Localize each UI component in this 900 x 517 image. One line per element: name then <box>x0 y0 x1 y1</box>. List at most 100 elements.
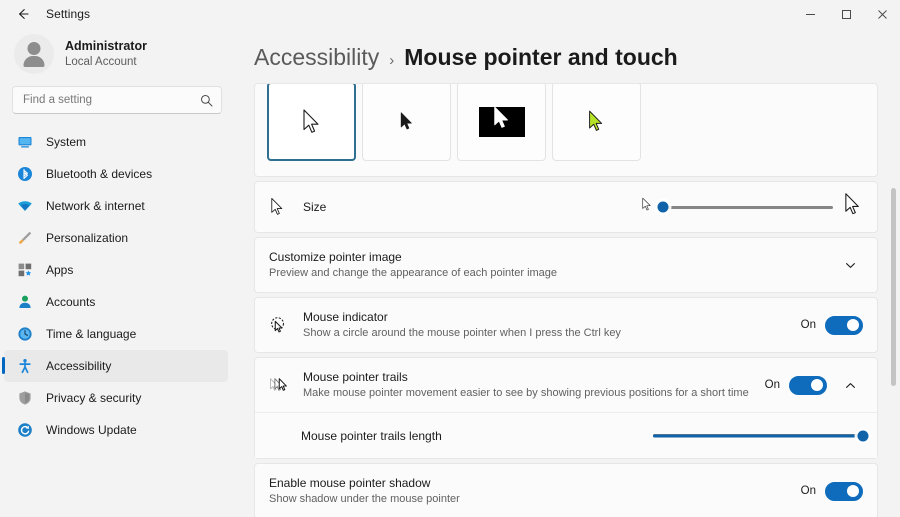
breadcrumb: Accessibility › Mouse pointer and touch <box>240 28 900 83</box>
sidebar-item-time-language[interactable]: Time & language <box>4 318 228 350</box>
title-bar: Settings <box>0 0 900 28</box>
account-name: Administrator <box>65 38 147 53</box>
accessibility-icon <box>16 357 34 375</box>
white-cursor-icon <box>301 108 323 136</box>
mouse-pointer-trails-length-row: Mouse pointer trails length <box>255 412 877 458</box>
mouse-pointer-shadow-toggle[interactable] <box>825 481 863 501</box>
breadcrumb-parent[interactable]: Accessibility <box>254 44 379 71</box>
window-controls <box>792 0 900 28</box>
sidebar-item-label: Network & internet <box>46 199 145 213</box>
custom-color-cursor-icon <box>587 109 606 134</box>
mouse-pointer-shadow-title: Enable mouse pointer shadow <box>269 475 431 490</box>
account-block[interactable]: Administrator Local Account <box>0 28 240 84</box>
sidebar-item-label: Accessibility <box>46 359 112 373</box>
sidebar-item-windows-update[interactable]: Windows Update <box>4 414 228 446</box>
sidebar-item-label: Time & language <box>46 327 137 341</box>
customize-pointer-image-row[interactable]: Customize pointer image Preview and chan… <box>255 238 877 292</box>
size-label: Size <box>303 199 327 214</box>
sidebar: Administrator Local Account Find a setti… <box>0 28 240 517</box>
mouse-indicator-icon <box>269 316 303 335</box>
sidebar-item-apps[interactable]: Apps <box>4 254 228 286</box>
mouse-pointer-trails-toggle[interactable] <box>789 375 827 395</box>
mouse-pointer-trails-subtitle: Make mouse pointer movement easier to se… <box>303 387 749 400</box>
pointer-trails-icon <box>269 376 303 395</box>
mouse-pointer-shadow-card: Enable mouse pointer shadow Show shadow … <box>254 463 878 517</box>
mouse-pointer-trails-state-label: On <box>764 379 780 391</box>
bluetooth-icon <box>16 165 34 183</box>
search-box[interactable] <box>12 86 222 114</box>
window-title: Settings <box>46 7 91 21</box>
sidebar-item-label: Personalization <box>46 231 129 245</box>
mouse-pointer-trails-length-slider[interactable] <box>653 427 869 445</box>
sidebar-item-label: Windows Update <box>46 423 137 437</box>
paintbrush-icon <box>16 229 34 247</box>
sidebar-item-accounts[interactable]: Accounts <box>4 286 228 318</box>
mouse-pointer-icon <box>269 197 303 217</box>
sidebar-item-accessibility[interactable]: Accessibility <box>2 350 228 382</box>
minimize-button[interactable] <box>792 0 828 28</box>
sidebar-item-label: Privacy & security <box>46 391 142 405</box>
sidebar-item-label: System <box>46 135 87 149</box>
update-icon <box>16 421 34 439</box>
sidebar-nav: System Bluetooth & devices Network & int… <box>0 126 240 446</box>
mouse-indicator-subtitle: Show a circle around the mouse pointer w… <box>303 327 621 340</box>
size-slider[interactable] <box>657 198 833 216</box>
customize-pointer-image-title: Customize pointer image <box>269 249 402 264</box>
pointer-style-custom[interactable] <box>552 84 641 161</box>
chevron-up-icon[interactable] <box>837 372 863 398</box>
mouse-indicator-state-label: On <box>800 319 816 331</box>
search-icon <box>200 94 213 107</box>
sidebar-item-label: Accounts <box>46 295 96 309</box>
mouse-pointer-trails-length-label: Mouse pointer trails length <box>301 428 442 443</box>
scrollbar-thumb[interactable] <box>891 188 896 386</box>
small-cursor-icon <box>641 197 653 217</box>
mouse-pointer-trails-title: Mouse pointer trails <box>303 369 408 384</box>
accounts-icon <box>16 293 34 311</box>
mouse-pointer-shadow-row: Enable mouse pointer shadow Show shadow … <box>255 464 877 517</box>
clock-icon <box>16 325 34 343</box>
sidebar-item-bluetooth-devices[interactable]: Bluetooth & devices <box>4 158 228 190</box>
content-area: Accessibility › Mouse pointer and touch <box>240 28 900 517</box>
system-icon <box>16 133 34 151</box>
shield-icon <box>16 389 34 407</box>
customize-pointer-image-card[interactable]: Customize pointer image Preview and chan… <box>254 237 878 293</box>
pointer-style-black[interactable] <box>362 84 451 161</box>
pointer-style-options <box>255 84 877 176</box>
page-title: Mouse pointer and touch <box>404 44 678 70</box>
maximize-button[interactable] <box>828 0 864 28</box>
mouse-pointer-shadow-subtitle: Show shadow under the mouse pointer <box>269 493 460 506</box>
search-input[interactable] <box>23 94 200 106</box>
large-cursor-icon <box>843 192 863 222</box>
size-slider-group <box>641 192 863 222</box>
breadcrumb-separator-icon: › <box>389 52 395 69</box>
mouse-indicator-card: Mouse indicator Show a circle around the… <box>254 297 878 353</box>
chevron-down-icon[interactable] <box>837 252 863 278</box>
inverted-cursor-icon <box>478 106 525 137</box>
back-button[interactable] <box>6 2 40 26</box>
mouse-indicator-row: Mouse indicator Show a circle around the… <box>255 298 877 352</box>
sidebar-item-label: Bluetooth & devices <box>46 167 153 181</box>
mouse-pointer-trails-card: Mouse pointer trails Make mouse pointer … <box>254 357 878 459</box>
sidebar-item-personalization[interactable]: Personalization <box>4 222 228 254</box>
mouse-indicator-title: Mouse indicator <box>303 309 388 324</box>
content-scrollbar[interactable] <box>891 85 896 515</box>
settings-scroll-area: Size Customize pointer image Preview and… <box>240 83 900 517</box>
apps-icon <box>16 261 34 279</box>
network-wifi-icon <box>16 197 34 215</box>
settings-window: Settings Administrator Local Account Fin… <box>0 0 900 517</box>
black-cursor-icon <box>399 111 415 132</box>
sidebar-item-privacy-security[interactable]: Privacy & security <box>4 382 228 414</box>
size-row: Size <box>255 182 877 232</box>
close-button[interactable] <box>864 0 900 28</box>
pointer-style-inverted[interactable] <box>457 84 546 161</box>
mouse-pointer-trails-row: Mouse pointer trails Make mouse pointer … <box>255 358 877 412</box>
mouse-pointer-shadow-state-label: On <box>800 485 816 497</box>
mouse-indicator-toggle[interactable] <box>825 315 863 335</box>
arrow-left-icon <box>16 7 30 21</box>
sidebar-item-network-internet[interactable]: Network & internet <box>4 190 228 222</box>
pointer-style-white[interactable] <box>267 84 356 161</box>
size-card: Size <box>254 181 878 233</box>
pointer-style-card <box>254 83 878 177</box>
sidebar-item-system[interactable]: System <box>4 126 228 158</box>
customize-pointer-image-subtitle: Preview and change the appearance of eac… <box>269 267 558 280</box>
